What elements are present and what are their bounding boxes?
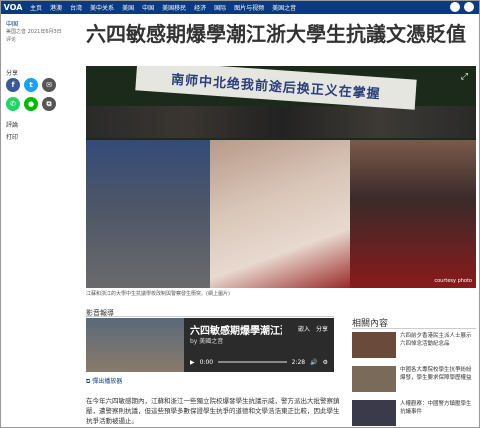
- top-navigation-bar: VOA 主页 港澳 台湾 美中关系 美国 中国 美国移民 经济 国际 图片与视频…: [0, 0, 480, 14]
- nav-item[interactable]: 美中关系: [90, 3, 114, 12]
- nav-item[interactable]: 美国之音: [272, 3, 296, 12]
- photo-injured-student: [210, 140, 350, 288]
- comments-link[interactable]: 評論: [6, 120, 18, 129]
- related-thumbnail[interactable]: [352, 366, 396, 392]
- email-icon[interactable]: ✉: [42, 78, 56, 92]
- copy-icon[interactable]: ⧉: [42, 97, 56, 111]
- embed-button[interactable]: 嵌入: [298, 324, 310, 333]
- play-icon[interactable]: ▶: [190, 359, 195, 366]
- nav-item[interactable]: 台湾: [70, 3, 82, 12]
- player-actions: 嵌入 分享: [298, 324, 328, 333]
- top-icons: [450, 2, 480, 12]
- share-row-2: ✆ ● ⧉: [6, 97, 56, 111]
- share-button[interactable]: 分享: [316, 324, 328, 333]
- photo-auditorium-police: [350, 140, 476, 288]
- related-text[interactable]: 中國各大專院校學生抗爭紛紛爆發，學生要求保障學歷權益: [400, 366, 476, 382]
- player-controls: ▶ 0:00 2:28 🔊 ⚙: [190, 357, 328, 367]
- article-title: 六四敏感期爆學潮江浙大學生抗議文憑貶值: [86, 22, 466, 46]
- voa-logo[interactable]: VOA: [0, 0, 26, 14]
- nav-item[interactable]: 经济: [194, 3, 206, 12]
- popout-label: 彈出播放器: [92, 378, 123, 385]
- video-thumbnail[interactable]: [86, 318, 184, 372]
- photo-caption: 江蘇和浙江的大學中生抗議學校改制與警察發生衝突。(網上圖片): [86, 291, 230, 297]
- time-current: 0:00: [199, 358, 214, 366]
- share-label: 分享: [6, 70, 19, 77]
- settings-icon[interactable]: ⚙: [323, 359, 328, 366]
- nav-item[interactable]: 美国移民: [162, 3, 186, 12]
- print-link[interactable]: 打印: [6, 132, 18, 141]
- twitter-icon[interactable]: t: [24, 78, 38, 92]
- protest-banner: 南师中北绝我前途后换正义在掌握: [135, 66, 417, 110]
- facebook-icon[interactable]: f: [6, 78, 20, 92]
- player-title: 六四敏感期爆學潮江浙: [190, 326, 282, 337]
- photo-credit: courtesy photo: [434, 278, 472, 284]
- nav-item[interactable]: 美国: [122, 3, 134, 12]
- article-date: 美国之音 2021年6月3日: [6, 29, 62, 35]
- related-text[interactable]: 六四前夕香港民主派人士展示六四悼念活動紀念品: [400, 332, 476, 348]
- expand-icon[interactable]: ⤢: [461, 72, 468, 82]
- volume-icon[interactable]: 🔊: [310, 359, 317, 366]
- divider: [352, 328, 476, 329]
- player-author: by 美國之音: [190, 338, 224, 345]
- line-icon[interactable]: ●: [24, 97, 38, 111]
- related-item[interactable]: 人權觀察：中國警方鎮壓學生抗議事件: [352, 400, 476, 428]
- popout-player-link[interactable]: ⧉ 彈出播放器: [86, 376, 122, 386]
- nav-item[interactable]: 主页: [30, 3, 42, 12]
- language-icon[interactable]: [450, 2, 460, 12]
- nav-item[interactable]: 图片与视频: [234, 3, 264, 12]
- article-photo: 南师中北绝我前途后换正义在掌握 ⤢ courtesy photo: [86, 66, 476, 288]
- time-total: 2:28: [291, 358, 306, 366]
- related-thumbnail[interactable]: [352, 400, 396, 426]
- divider: [86, 316, 334, 317]
- related-text[interactable]: 人權觀察：中國警方鎮壓學生抗議事件: [400, 400, 476, 416]
- audio-player: 六四敏感期爆學潮江浙 by 美國之音 嵌入 分享 ▶ 0:00 2:28 🔊 ⚙: [184, 318, 334, 372]
- nav-item[interactable]: 中国: [142, 3, 154, 12]
- article-body: 在今年六四敏感期內，江蘇和浙江一些獨立院校爆發學生抗議示威，警方派出大批警察鎮壓…: [86, 397, 340, 425]
- photo-police-scene: [86, 140, 210, 288]
- crowd-image: [86, 106, 476, 138]
- related-item[interactable]: 中國各大專院校學生抗爭紛紛爆發，學生要求保障學歷權益: [352, 366, 476, 394]
- article-category[interactable]: 中国: [6, 19, 18, 28]
- search-icon[interactable]: [464, 2, 474, 12]
- article-comments[interactable]: 评论: [6, 36, 78, 44]
- article-meta: 美国之音 2021年6月3日 评论: [6, 28, 78, 44]
- whatsapp-icon[interactable]: ✆: [6, 97, 20, 111]
- related-thumbnail[interactable]: [352, 332, 396, 358]
- main-nav: 主页 港澳 台湾 美中关系 美国 中国 美国移民 经济 国际 图片与视频 美国之…: [26, 3, 296, 12]
- share-row-1: f t ✉: [6, 78, 56, 92]
- progress-bar[interactable]: [218, 361, 287, 363]
- related-item[interactable]: 六四前夕香港民主派人士展示六四悼念活動紀念品: [352, 332, 476, 360]
- nav-item[interactable]: 港澳: [50, 3, 62, 12]
- nav-item[interactable]: 国际: [214, 3, 226, 12]
